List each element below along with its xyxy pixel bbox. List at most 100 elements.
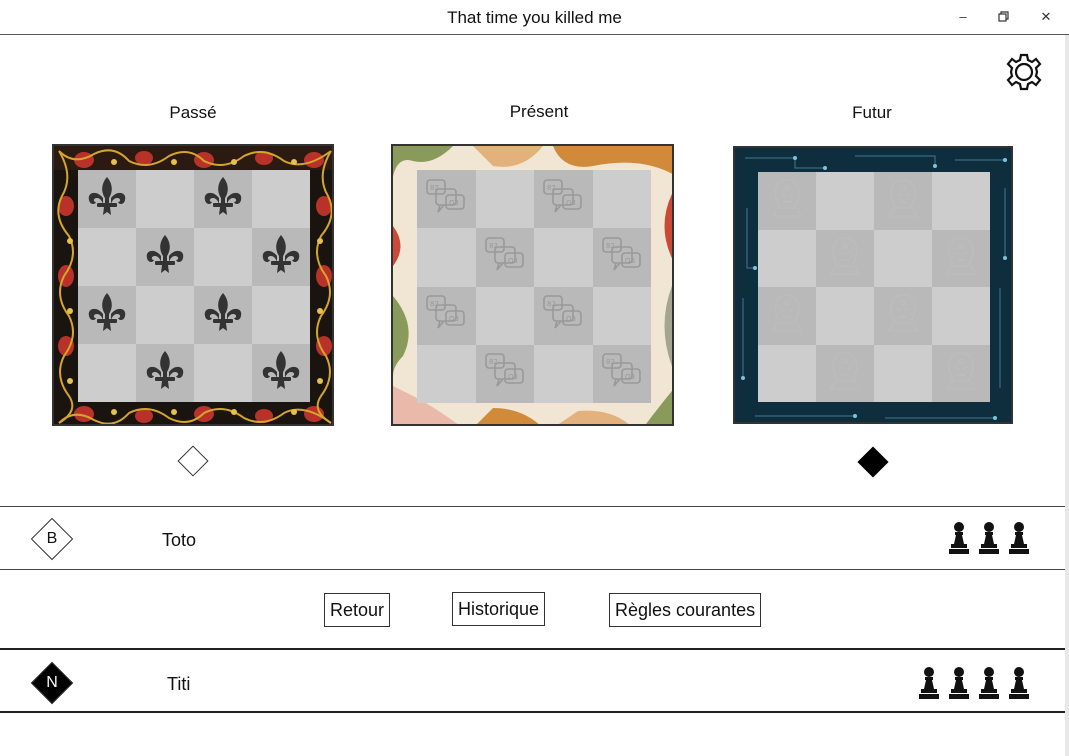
fleur-de-lis-icon[interactable]: [200, 174, 246, 225]
player-name: Titi: [167, 674, 191, 694]
chat-bubbles-icon[interactable]: 82 Q3: [483, 351, 527, 396]
svg-text:82: 82: [547, 184, 556, 192]
robot-head-icon[interactable]: [767, 176, 807, 225]
divider: [0, 648, 1065, 650]
player-badge-letter: N: [46, 674, 58, 691]
svg-text:82: 82: [489, 358, 498, 366]
current-rules-button[interactable]: Règles courantes: [609, 593, 762, 627]
robot-head-icon[interactable]: [941, 349, 981, 398]
board-past[interactable]: [52, 144, 334, 426]
board-cell[interactable]: [78, 170, 136, 228]
robot-head-icon[interactable]: [825, 234, 865, 283]
fleur-de-lis-icon[interactable]: [142, 348, 188, 399]
fleur-de-lis-icon[interactable]: [142, 232, 188, 283]
board-grid-past[interactable]: [78, 170, 310, 402]
board-cell[interactable]: [874, 172, 932, 230]
fleur-de-lis-icon[interactable]: [84, 290, 130, 341]
board-cell[interactable]: [252, 170, 310, 228]
board-cell[interactable]: [758, 344, 816, 402]
robot-head-icon[interactable]: [825, 349, 865, 398]
robot-head-icon[interactable]: [883, 176, 923, 225]
board-cell[interactable]: [874, 287, 932, 345]
chat-bubbles-icon[interactable]: 82 Q3: [424, 177, 468, 222]
board-cell[interactable]: [78, 286, 136, 344]
board-cell[interactable]: [475, 286, 534, 345]
board-cell[interactable]: [758, 229, 816, 287]
board-cell[interactable]: 82 Q3: [475, 344, 534, 403]
svg-text:82: 82: [430, 184, 439, 192]
board-future[interactable]: [733, 146, 1013, 424]
pawn-icon: [916, 666, 942, 705]
board-cell[interactable]: [534, 344, 593, 403]
robot-head-icon[interactable]: [883, 291, 923, 340]
chat-bubbles-icon[interactable]: 82 Q3: [541, 177, 585, 222]
settings-gear-icon[interactable]: [1004, 52, 1044, 92]
board-cell[interactable]: 82 Q3: [592, 344, 651, 403]
svg-text:82: 82: [606, 242, 615, 250]
board-cell[interactable]: [136, 170, 194, 228]
board-cell[interactable]: 82 Q3: [475, 228, 534, 287]
board-cell[interactable]: [932, 344, 990, 402]
board-cell[interactable]: [252, 286, 310, 344]
back-button[interactable]: Retour: [324, 593, 391, 627]
board-cell[interactable]: [136, 344, 194, 402]
board-cell[interactable]: [194, 170, 252, 228]
board-cell[interactable]: 82 Q3: [534, 170, 593, 229]
robot-head-icon[interactable]: [767, 291, 807, 340]
minimize-icon[interactable]: –: [950, 6, 976, 28]
board-cell[interactable]: [417, 344, 476, 403]
close-icon[interactable]: ✕: [1033, 6, 1059, 28]
board-cell[interactable]: [475, 170, 534, 229]
board-present[interactable]: 82 Q3 82 Q3 82 Q3 82 Q3 82 Q3 82 Q3 82 Q3 82 Q3: [391, 144, 674, 426]
board-cell[interactable]: [592, 170, 651, 229]
board-label-future: Futur: [852, 103, 892, 122]
board-cell[interactable]: [932, 287, 990, 345]
board-cell[interactable]: [78, 344, 136, 402]
board-cell[interactable]: [534, 228, 593, 287]
board-cell[interactable]: [932, 229, 990, 287]
svg-text:Q3: Q3: [449, 315, 459, 323]
board-cell[interactable]: [816, 344, 874, 402]
chat-bubbles-icon[interactable]: 82 Q3: [424, 293, 468, 338]
board-cell[interactable]: [758, 172, 816, 230]
window-title: That time you killed me: [447, 8, 622, 27]
fleur-de-lis-icon[interactable]: [258, 348, 304, 399]
chat-bubbles-icon[interactable]: 82 Q3: [600, 351, 644, 396]
board-cell[interactable]: [874, 344, 932, 402]
board-cell[interactable]: [816, 229, 874, 287]
board-cell[interactable]: [816, 172, 874, 230]
robot-head-icon[interactable]: [941, 234, 981, 283]
board-cell[interactable]: [592, 286, 651, 345]
board-cell[interactable]: [136, 228, 194, 286]
board-cell[interactable]: [874, 229, 932, 287]
board-cell[interactable]: 82 Q3: [534, 286, 593, 345]
fleur-de-lis-icon[interactable]: [84, 174, 130, 225]
board-cell[interactable]: [758, 287, 816, 345]
board-cell[interactable]: [252, 228, 310, 286]
chat-bubbles-icon[interactable]: 82 Q3: [483, 235, 527, 280]
board-cell[interactable]: [417, 228, 476, 287]
board-cell[interactable]: [194, 344, 252, 402]
board-cell[interactable]: [932, 172, 990, 230]
board-cell[interactable]: [194, 286, 252, 344]
board-cell[interactable]: [194, 228, 252, 286]
divider: [0, 711, 1065, 713]
board-grid-future[interactable]: [758, 172, 990, 402]
board-grid-present[interactable]: 82 Q3 82 Q3 82 Q3 82 Q3 82 Q3 82 Q3 82 Q3 82 Q3: [417, 170, 651, 403]
board-cell[interactable]: [136, 286, 194, 344]
scrollbar[interactable]: [1065, 35, 1069, 756]
pawn-icon: [946, 666, 972, 705]
board-cell[interactable]: 82 Q3: [417, 286, 476, 345]
restore-icon[interactable]: [991, 6, 1017, 28]
fleur-de-lis-icon[interactable]: [200, 290, 246, 341]
fleur-de-lis-icon[interactable]: [258, 232, 304, 283]
board-cell[interactable]: 82 Q3: [417, 170, 476, 229]
board-cell[interactable]: [78, 228, 136, 286]
board-cell[interactable]: [816, 287, 874, 345]
chat-bubbles-icon[interactable]: 82 Q3: [600, 235, 644, 280]
board-cell[interactable]: 82 Q3: [592, 228, 651, 287]
svg-text:Q3: Q3: [508, 373, 518, 381]
chat-bubbles-icon[interactable]: 82 Q3: [541, 293, 585, 338]
history-button[interactable]: Historique: [452, 592, 546, 626]
board-cell[interactable]: [252, 344, 310, 402]
